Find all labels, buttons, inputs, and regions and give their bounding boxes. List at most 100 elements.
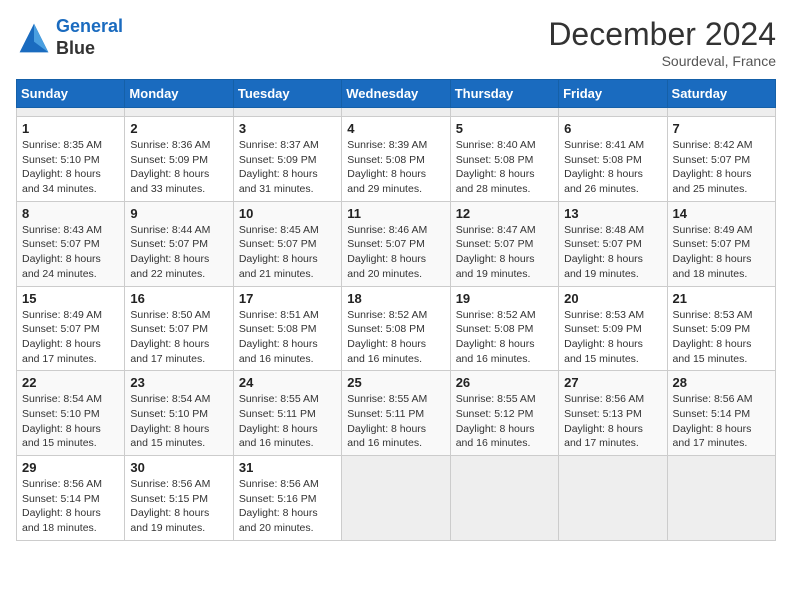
day-info: Sunrise: 8:55 AM Sunset: 5:11 PM Dayligh…	[347, 392, 444, 451]
day-number: 1	[22, 121, 119, 136]
calendar-week-2: 8 Sunrise: 8:43 AM Sunset: 5:07 PM Daylig…	[17, 201, 776, 286]
day-info: Sunrise: 8:55 AM Sunset: 5:11 PM Dayligh…	[239, 392, 336, 451]
calendar-cell: 14 Sunrise: 8:49 AM Sunset: 5:07 PM Dayli…	[667, 201, 775, 286]
calendar-cell: 12Sunrise: 8:47 AM Sunset: 5:07 PM Dayli…	[450, 201, 558, 286]
location: Sourdeval, France	[548, 53, 776, 69]
day-number: 28	[673, 375, 770, 390]
day-number: 25	[347, 375, 444, 390]
day-number: 20	[564, 291, 661, 306]
day-number: 9	[130, 206, 227, 221]
calendar-cell	[342, 108, 450, 117]
weekday-header-saturday: Saturday	[667, 80, 775, 108]
calendar-cell: 11 Sunrise: 8:46 AM Sunset: 5:07 PM Dayli…	[342, 201, 450, 286]
calendar-cell: 10 Sunrise: 8:45 AM Sunset: 5:07 PM Dayli…	[233, 201, 341, 286]
day-info: Sunrise: 8:54 AM Sunset: 5:10 PM Dayligh…	[22, 392, 119, 451]
calendar-cell	[17, 108, 125, 117]
day-info: Sunrise: 8:50 AM Sunset: 5:07 PM Dayligh…	[130, 308, 227, 367]
day-info: Sunrise: 8:44 AM Sunset: 5:07 PM Dayligh…	[130, 223, 227, 282]
calendar-cell: 19 Sunrise: 8:52 AM Sunset: 5:08 PM Dayli…	[450, 286, 558, 371]
calendar-cell	[233, 108, 341, 117]
calendar-cell: 4Sunrise: 8:39 AM Sunset: 5:08 PM Daylig…	[342, 117, 450, 202]
day-number: 18	[347, 291, 444, 306]
calendar-cell: 5 Sunrise: 8:40 AM Sunset: 5:08 PM Daylig…	[450, 117, 558, 202]
day-number: 11	[347, 206, 444, 221]
day-info: Sunrise: 8:45 AM Sunset: 5:07 PM Dayligh…	[239, 223, 336, 282]
calendar-cell: 6 Sunrise: 8:41 AM Sunset: 5:08 PM Daylig…	[559, 117, 667, 202]
day-number: 19	[456, 291, 553, 306]
day-info: Sunrise: 8:56 AM Sunset: 5:14 PM Dayligh…	[673, 392, 770, 451]
day-number: 10	[239, 206, 336, 221]
calendar-cell	[450, 108, 558, 117]
calendar-cell: 26 Sunrise: 8:55 AM Sunset: 5:12 PM Dayli…	[450, 371, 558, 456]
calendar-cell	[559, 108, 667, 117]
day-number: 21	[673, 291, 770, 306]
weekday-header-wednesday: Wednesday	[342, 80, 450, 108]
calendar-cell: 27Sunrise: 8:56 AM Sunset: 5:13 PM Dayli…	[559, 371, 667, 456]
calendar-cell: 9 Sunrise: 8:44 AM Sunset: 5:07 PM Daylig…	[125, 201, 233, 286]
day-info: Sunrise: 8:46 AM Sunset: 5:07 PM Dayligh…	[347, 223, 444, 282]
day-info: Sunrise: 8:52 AM Sunset: 5:08 PM Dayligh…	[456, 308, 553, 367]
weekday-header-thursday: Thursday	[450, 80, 558, 108]
calendar-week-5: 29Sunrise: 8:56 AM Sunset: 5:14 PM Dayli…	[17, 456, 776, 541]
page-header: General Blue December 2024 Sourdeval, Fr…	[16, 16, 776, 69]
calendar-cell: 22 Sunrise: 8:54 AM Sunset: 5:10 PM Dayli…	[17, 371, 125, 456]
day-info: Sunrise: 8:43 AM Sunset: 5:07 PM Dayligh…	[22, 223, 119, 282]
calendar-cell	[125, 108, 233, 117]
day-info: Sunrise: 8:49 AM Sunset: 5:07 PM Dayligh…	[673, 223, 770, 282]
calendar-cell: 16 Sunrise: 8:50 AM Sunset: 5:07 PM Dayli…	[125, 286, 233, 371]
calendar-cell	[450, 456, 558, 541]
weekday-header-monday: Monday	[125, 80, 233, 108]
weekday-header-row: SundayMondayTuesdayWednesdayThursdayFrid…	[17, 80, 776, 108]
calendar-cell	[667, 456, 775, 541]
day-info: Sunrise: 8:53 AM Sunset: 5:09 PM Dayligh…	[564, 308, 661, 367]
logo-icon	[16, 20, 52, 56]
day-info: Sunrise: 8:35 AM Sunset: 5:10 PM Dayligh…	[22, 138, 119, 197]
calendar-cell: 1 Sunrise: 8:35 AM Sunset: 5:10 PM Daylig…	[17, 117, 125, 202]
calendar-cell: 13Sunrise: 8:48 AM Sunset: 5:07 PM Dayli…	[559, 201, 667, 286]
day-info: Sunrise: 8:52 AM Sunset: 5:08 PM Dayligh…	[347, 308, 444, 367]
calendar-cell: 31Sunrise: 8:56 AM Sunset: 5:16 PM Dayli…	[233, 456, 341, 541]
calendar-cell: 30 Sunrise: 8:56 AM Sunset: 5:15 PM Dayli…	[125, 456, 233, 541]
weekday-header-friday: Friday	[559, 80, 667, 108]
calendar-cell	[559, 456, 667, 541]
calendar-cell: 15Sunrise: 8:49 AM Sunset: 5:07 PM Dayli…	[17, 286, 125, 371]
day-info: Sunrise: 8:51 AM Sunset: 5:08 PM Dayligh…	[239, 308, 336, 367]
calendar-cell: 8 Sunrise: 8:43 AM Sunset: 5:07 PM Daylig…	[17, 201, 125, 286]
day-number: 16	[130, 291, 227, 306]
day-number: 30	[130, 460, 227, 475]
day-number: 5	[456, 121, 553, 136]
month-title: December 2024	[548, 16, 776, 53]
day-info: Sunrise: 8:55 AM Sunset: 5:12 PM Dayligh…	[456, 392, 553, 451]
calendar-week-4: 22 Sunrise: 8:54 AM Sunset: 5:10 PM Dayli…	[17, 371, 776, 456]
calendar-cell	[667, 108, 775, 117]
day-info: Sunrise: 8:41 AM Sunset: 5:08 PM Dayligh…	[564, 138, 661, 197]
day-number: 22	[22, 375, 119, 390]
title-area: December 2024 Sourdeval, France	[548, 16, 776, 69]
calendar-cell: 24Sunrise: 8:55 AM Sunset: 5:11 PM Dayli…	[233, 371, 341, 456]
calendar-cell: 28 Sunrise: 8:56 AM Sunset: 5:14 PM Dayli…	[667, 371, 775, 456]
day-number: 6	[564, 121, 661, 136]
calendar-week-3: 15Sunrise: 8:49 AM Sunset: 5:07 PM Dayli…	[17, 286, 776, 371]
day-info: Sunrise: 8:56 AM Sunset: 5:15 PM Dayligh…	[130, 477, 227, 536]
day-number: 26	[456, 375, 553, 390]
day-info: Sunrise: 8:56 AM Sunset: 5:13 PM Dayligh…	[564, 392, 661, 451]
day-info: Sunrise: 8:40 AM Sunset: 5:08 PM Dayligh…	[456, 138, 553, 197]
day-info: Sunrise: 8:37 AM Sunset: 5:09 PM Dayligh…	[239, 138, 336, 197]
day-info: Sunrise: 8:48 AM Sunset: 5:07 PM Dayligh…	[564, 223, 661, 282]
day-info: Sunrise: 8:39 AM Sunset: 5:08 PM Dayligh…	[347, 138, 444, 197]
weekday-header-tuesday: Tuesday	[233, 80, 341, 108]
calendar-cell: 21Sunrise: 8:53 AM Sunset: 5:09 PM Dayli…	[667, 286, 775, 371]
day-info: Sunrise: 8:56 AM Sunset: 5:14 PM Dayligh…	[22, 477, 119, 536]
calendar-cell: 3Sunrise: 8:37 AM Sunset: 5:09 PM Daylig…	[233, 117, 341, 202]
calendar-week-1: 1 Sunrise: 8:35 AM Sunset: 5:10 PM Daylig…	[17, 117, 776, 202]
day-number: 8	[22, 206, 119, 221]
logo: General Blue	[16, 16, 123, 59]
calendar-cell: 17Sunrise: 8:51 AM Sunset: 5:08 PM Dayli…	[233, 286, 341, 371]
calendar-cell	[342, 456, 450, 541]
calendar-cell: 29Sunrise: 8:56 AM Sunset: 5:14 PM Dayli…	[17, 456, 125, 541]
day-number: 14	[673, 206, 770, 221]
calendar-cell: 18 Sunrise: 8:52 AM Sunset: 5:08 PM Dayli…	[342, 286, 450, 371]
calendar-table: SundayMondayTuesdayWednesdayThursdayFrid…	[16, 79, 776, 541]
day-number: 12	[456, 206, 553, 221]
day-number: 7	[673, 121, 770, 136]
